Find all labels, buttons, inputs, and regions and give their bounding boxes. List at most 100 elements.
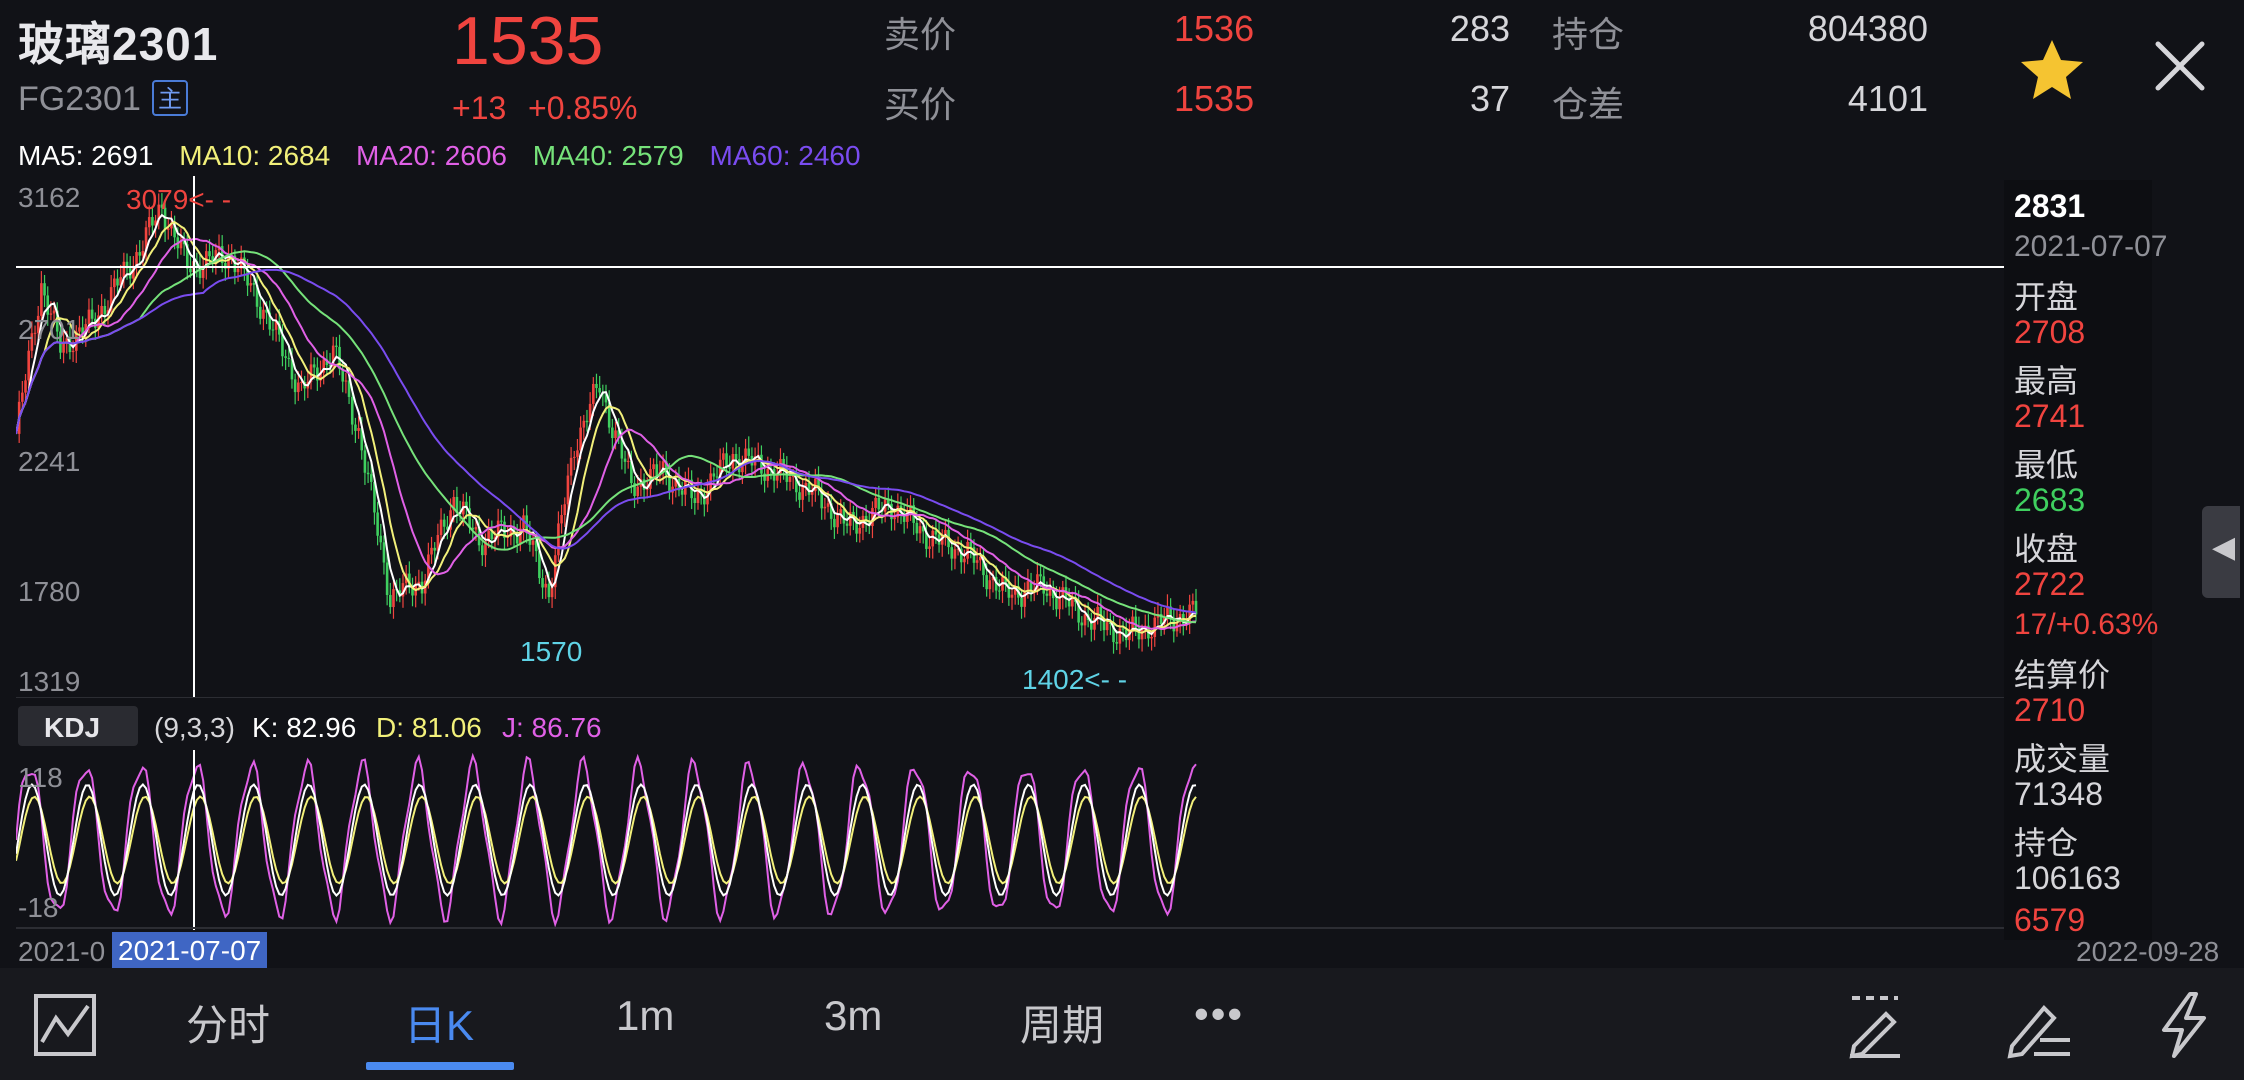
candle-body bbox=[430, 547, 433, 555]
candle-body bbox=[1080, 622, 1084, 626]
candle-body bbox=[1083, 614, 1087, 626]
candle-body bbox=[350, 396, 354, 425]
candle-body bbox=[1010, 594, 1014, 598]
ma-legend: MA5: 2691 MA10: 2684 MA20: 2606 MA40: 25… bbox=[18, 140, 879, 172]
candle-body bbox=[138, 252, 142, 256]
candle-body bbox=[950, 547, 954, 559]
info-high: 2741 bbox=[2014, 398, 2086, 434]
candle-body bbox=[379, 535, 383, 543]
candle-body bbox=[147, 217, 151, 228]
candle-body bbox=[544, 583, 548, 588]
side-arrow-icon: ◀ bbox=[2212, 531, 2236, 564]
y-axis-label-2: 2701 bbox=[18, 314, 81, 345]
candle-body bbox=[43, 283, 46, 296]
candle-body bbox=[335, 345, 338, 347]
candle-body bbox=[998, 590, 1001, 592]
candle-body bbox=[963, 558, 966, 563]
candle-body bbox=[572, 456, 576, 458]
candle-body bbox=[1096, 606, 1099, 619]
info-volume: 71348 bbox=[2014, 776, 2103, 812]
bid-label: 买价 bbox=[884, 84, 957, 125]
candle-body bbox=[24, 380, 27, 393]
y-axis-label-top: 3162 bbox=[18, 182, 81, 213]
candle-body bbox=[839, 509, 843, 514]
candle-body bbox=[500, 520, 503, 522]
candle-body bbox=[287, 357, 291, 359]
candle-body bbox=[680, 490, 684, 495]
more-tabs-button[interactable]: ••• bbox=[1194, 990, 1244, 1038]
high-marker: 3079<- - bbox=[126, 184, 232, 215]
main-contract-badge: 主 bbox=[152, 80, 188, 116]
candle-body bbox=[547, 583, 551, 598]
ma10-value: MA10: 2684 bbox=[179, 140, 331, 171]
contract-code: FG2301 bbox=[18, 80, 141, 118]
candle-body bbox=[284, 356, 287, 358]
candle-body bbox=[722, 453, 725, 460]
tab-3m[interactable]: 3m bbox=[824, 992, 882, 1040]
candle-body bbox=[21, 392, 24, 402]
candle-body bbox=[636, 486, 640, 496]
candle-body bbox=[953, 549, 957, 559]
candle-body bbox=[592, 383, 595, 404]
kdj-y-bottom: -18 bbox=[18, 892, 59, 923]
info-oi: 106163 bbox=[2014, 860, 2121, 896]
candle-body bbox=[376, 512, 379, 536]
tab-intraday[interactable]: 分时 bbox=[186, 992, 270, 1053]
date-axis-left: 2021-0 bbox=[18, 936, 106, 967]
candle-body bbox=[369, 474, 373, 482]
candle-body bbox=[1150, 636, 1153, 639]
candle-body bbox=[252, 283, 256, 285]
candle-body bbox=[113, 278, 116, 288]
ma60-value: MA60: 2460 bbox=[709, 140, 861, 171]
candle-body bbox=[90, 309, 94, 319]
tab-day-k[interactable]: 日K bbox=[404, 992, 474, 1053]
candle-body bbox=[1105, 622, 1109, 631]
close-icon[interactable] bbox=[2150, 36, 2210, 96]
line-chart-icon[interactable] bbox=[30, 990, 100, 1060]
star-icon[interactable] bbox=[2018, 36, 2086, 104]
candle-body bbox=[652, 464, 655, 470]
lightning-icon[interactable] bbox=[2150, 990, 2220, 1060]
draw-line-icon[interactable] bbox=[1840, 990, 1910, 1060]
edit-pen-icon[interactable] bbox=[2004, 990, 2074, 1060]
candle-body bbox=[614, 430, 617, 439]
candle-body bbox=[382, 542, 386, 563]
candle-body bbox=[189, 268, 192, 273]
candle-body bbox=[1055, 598, 1058, 610]
candle-body bbox=[833, 518, 836, 528]
candle-body bbox=[569, 457, 573, 476]
candle-body bbox=[550, 587, 554, 598]
price-change-percent: +0.85% bbox=[528, 90, 638, 126]
candle-body bbox=[874, 497, 877, 508]
candle-body bbox=[858, 527, 862, 534]
candle-body bbox=[725, 453, 728, 468]
ask-price: 1536 bbox=[1174, 8, 1255, 49]
candle-body bbox=[585, 420, 589, 423]
candle-body bbox=[366, 472, 370, 475]
info-low-label: 最低 bbox=[2014, 447, 2079, 483]
candle-body bbox=[985, 575, 988, 590]
tab-period[interactable]: 周期 bbox=[1020, 992, 1104, 1053]
info-close-label: 收盘 bbox=[2014, 531, 2079, 567]
info-change: 17/+0.63% bbox=[2014, 608, 2159, 641]
ma40-value: MA40: 2579 bbox=[532, 140, 684, 171]
candle-body bbox=[474, 527, 478, 530]
candle-body bbox=[712, 473, 716, 477]
candlestick-chart[interactable] bbox=[16, 176, 2004, 698]
candle-body bbox=[931, 530, 935, 547]
candle-body bbox=[655, 464, 659, 476]
candle-body bbox=[249, 283, 253, 286]
tab-1m[interactable]: 1m bbox=[616, 992, 674, 1040]
oi-change-value: 4101 bbox=[1847, 78, 1928, 119]
kdj-chart[interactable] bbox=[16, 750, 2004, 930]
candle-body bbox=[623, 458, 627, 462]
candle-body bbox=[40, 283, 43, 316]
info-open: 2708 bbox=[2014, 314, 2086, 350]
oi-change-label: 仓差 bbox=[1552, 84, 1625, 125]
candle-body bbox=[71, 350, 75, 353]
bid-volume: 37 bbox=[1469, 78, 1510, 119]
ma20-value: MA20: 2606 bbox=[355, 140, 507, 171]
low-marker-1570: 1570 bbox=[520, 636, 583, 667]
candle-body bbox=[122, 261, 126, 278]
kdj-k-value: K: 82.96 bbox=[252, 712, 357, 743]
